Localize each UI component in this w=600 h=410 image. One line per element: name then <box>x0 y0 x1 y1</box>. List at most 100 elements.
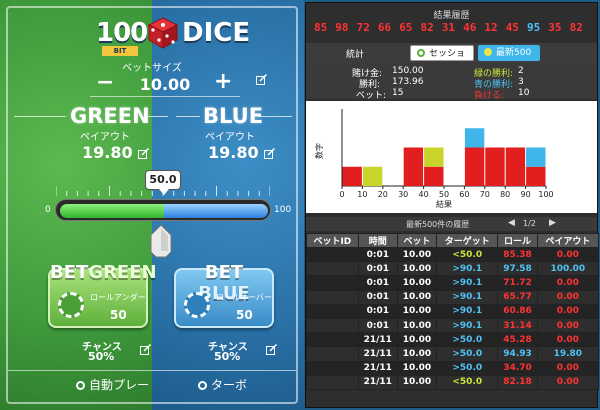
histogram-bar-green <box>362 166 383 186</box>
cell-id <box>306 374 359 390</box>
slider-max-label: 100 <box>274 205 292 215</box>
x-tick-label: 50 <box>439 190 449 199</box>
bet-green-button[interactable]: BETGREEN ロールアンダー 50 <box>48 262 157 328</box>
cell-bet: 10.00 <box>396 360 438 376</box>
cell-time: 0:01 <box>357 317 398 334</box>
edit-green-chance-icon[interactable] <box>140 344 151 355</box>
roll-slider-track[interactable] <box>55 199 271 221</box>
cell-bet: 10.00 <box>396 261 438 277</box>
result-value: 31 <box>441 21 456 34</box>
edit-blue-payout-icon[interactable] <box>264 148 275 159</box>
slider-handle[interactable] <box>150 224 172 258</box>
cell-roll: 65.77 <box>497 289 538 305</box>
x-tick-label: 30 <box>398 190 408 199</box>
cell-time: 21/11 <box>357 360 398 376</box>
logo-bit-badge: BIT <box>102 46 138 56</box>
table-row[interactable]: 21/11 10.00 >50.0 34.70 0.00 <box>306 360 600 376</box>
radio-on-icon <box>484 48 492 56</box>
histogram-bar-blue <box>464 128 485 148</box>
cell-bet: 10.00 <box>396 289 438 305</box>
stats-label: 統計 <box>346 50 365 60</box>
tab-session[interactable]: セッション <box>410 45 474 75</box>
bet-green-target: 50 <box>110 308 127 322</box>
histogram-bar-red <box>403 147 424 186</box>
result-value: 95 <box>527 21 541 34</box>
cell-bet: 10.00 <box>396 346 438 362</box>
cell-payout: 0.00 <box>536 317 600 334</box>
slider-min-label: 0 <box>45 205 51 215</box>
cell-time: 21/11 <box>357 374 398 390</box>
result-value: 12 <box>484 21 498 34</box>
cell-bet: 10.00 <box>396 246 438 263</box>
green-divider-left <box>14 116 66 117</box>
tab-latest-500[interactable]: 最新500 <box>478 45 540 61</box>
cell-target: >90.1 <box>436 261 499 277</box>
bets-value: 15 <box>392 88 404 98</box>
cell-payout: 19.80 <box>536 346 600 362</box>
table-row[interactable]: 0:01 10.00 >90.1 71.72 0.00 <box>306 275 600 291</box>
blue-wins-value: 3 <box>518 77 524 87</box>
prev-page-icon[interactable]: ◀ <box>508 218 515 228</box>
table-row[interactable]: 0:01 10.00 <50.0 85.38 0.00 <box>306 246 600 263</box>
cell-bet: 10.00 <box>396 303 438 319</box>
x-tick-label: 40 <box>419 190 429 199</box>
cell-roll: 60.86 <box>497 303 538 319</box>
x-tick-label: 10 <box>357 190 367 199</box>
bet-blue-button[interactable]: BET BLUE ロールオーバー 50 <box>174 262 274 328</box>
increase-bet-button[interactable]: + <box>214 69 232 94</box>
cell-target: >90.1 <box>436 317 499 334</box>
cell-payout: 0.00 <box>536 360 600 376</box>
logo: 100 BIT DICE <box>96 16 250 56</box>
cell-time: 0:01 <box>357 289 398 305</box>
cell-payout: 0.00 <box>536 275 600 291</box>
result-value: 35 <box>548 21 562 34</box>
bet-blue-subtitle: ロールオーバー <box>216 293 272 302</box>
stats-tab-row: 統計 セッション 最新500 <box>306 43 597 75</box>
table-row[interactable]: 0:01 10.00 >90.1 97.58 100.00 <box>306 261 600 277</box>
cell-roll: 94.93 <box>497 346 538 362</box>
blue-title: BLUE <box>203 104 264 128</box>
green-payout-value: 19.80 <box>82 143 133 162</box>
bet-blue-title-a: BET <box>204 262 244 283</box>
cell-time: 0:01 <box>357 303 398 319</box>
table-row[interactable]: 0:01 10.00 >90.1 65.77 0.00 <box>306 289 600 305</box>
edit-green-payout-icon[interactable] <box>138 148 149 159</box>
cell-payout: 0.00 <box>536 374 600 390</box>
results-chart: 0 10 20 30 40 50 60 70 80 90 100 結果 数字 <box>306 101 597 213</box>
bet-blue-target: 50 <box>236 308 253 322</box>
histogram-bar-blue <box>526 147 546 167</box>
results-histogram: 0 10 20 30 40 50 60 70 80 90 100 結果 数字 <box>314 109 554 209</box>
histogram-bar-red <box>424 166 444 186</box>
result-value: 46 <box>463 21 477 34</box>
table-row[interactable]: 21/11 10.00 >50.0 94.93 19.80 <box>306 346 600 362</box>
table-row[interactable]: 21/11 10.00 <50.0 82.18 0.00 <box>306 374 600 390</box>
table-row[interactable]: 0:01 10.00 >90.1 31.14 0.00 <box>306 317 600 334</box>
auto-play-toggle[interactable]: 自動プレー <box>76 376 149 393</box>
cell-payout: 100.00 <box>536 261 600 277</box>
chip-icon <box>184 292 210 318</box>
table-row[interactable]: 0:01 10.00 >90.1 60.86 0.00 <box>306 303 600 319</box>
table-row[interactable]: 21/11 10.00 >50.0 45.28 0.00 <box>306 332 600 348</box>
auto-play-label: 自動プレー <box>89 378 150 392</box>
cell-target: >90.1 <box>436 303 499 319</box>
x-tick-label: 0 <box>339 190 344 199</box>
turbo-toggle[interactable]: ターボ <box>198 376 247 393</box>
cell-time: 21/11 <box>357 346 398 362</box>
cell-payout: 0.00 <box>536 246 600 263</box>
options-divider <box>8 370 296 371</box>
cell-id <box>306 261 359 277</box>
cell-roll: 45.28 <box>497 332 538 348</box>
cell-bet: 10.00 <box>396 275 438 291</box>
result-value: 65 <box>399 21 413 34</box>
dice-icon <box>147 17 179 49</box>
green-wins-value: 2 <box>518 66 524 76</box>
cell-roll: 97.58 <box>497 261 538 277</box>
next-page-icon[interactable]: ▶ <box>549 218 556 228</box>
history-table: ベットID 時間 ベット ターゲット ロール ペイアウト 0:01 10.00 <50.0 85… <box>306 233 600 390</box>
cell-id <box>306 246 359 263</box>
edit-bet-size-icon[interactable] <box>256 74 267 85</box>
histogram-bar-red <box>464 147 485 186</box>
recent-results: 85 98 72 66 65 82 31 46 12 45 95 35 82 <box>314 21 590 37</box>
result-value: 82 <box>569 21 583 34</box>
edit-blue-chance-icon[interactable] <box>266 344 277 355</box>
